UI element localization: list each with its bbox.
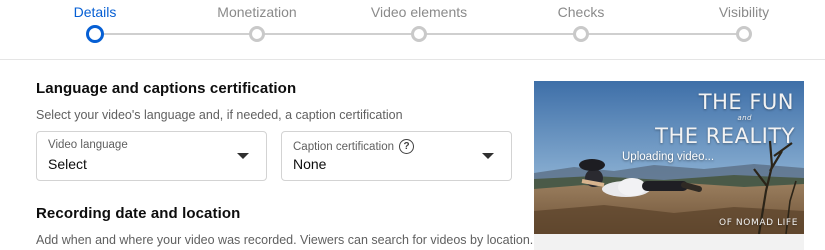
step-visibility-dot[interactable] [736,26,752,42]
caption-certification-select[interactable]: Caption certification ? None [281,131,512,181]
preview-info-panel [534,234,804,250]
step-monetization-label[interactable]: Monetization [217,4,296,20]
step-monetization-dot[interactable] [249,26,265,42]
thumbnail-title-and: and [737,114,752,122]
step-checks-dot[interactable] [573,26,589,42]
video-preview-thumbnail[interactable]: THE FUN and THE REALITY OF NOMAD LIFE Up… [534,81,804,234]
thumbnail-title-line2: THE REALITY [655,124,795,148]
video-language-label: Video language [48,139,128,151]
video-language-select[interactable]: Video language Select [36,131,267,181]
dropdown-caret-icon [237,153,249,159]
thumbnail-title-line1: THE FUN [698,90,794,114]
upload-stepper: Details Monetization Video elements Chec… [0,0,825,60]
recording-section-description: Add when and where your video was record… [36,233,534,247]
step-checks-label[interactable]: Checks [558,4,605,20]
language-section-description: Select your video's language and, if nee… [36,108,403,122]
dropdown-caret-icon [482,153,494,159]
upload-status-text: Uploading video... [622,151,715,163]
language-section-title: Language and captions certification [36,80,297,97]
caption-certification-label: Caption certification ? [293,139,414,154]
caption-certification-value: None [293,156,327,172]
step-details-dot[interactable] [86,25,104,43]
video-language-value: Select [48,156,87,172]
step-video-elements-dot[interactable] [411,26,427,42]
step-video-elements-label[interactable]: Video elements [371,4,467,20]
help-circle-icon[interactable]: ? [399,139,414,154]
step-details-label[interactable]: Details [74,4,117,20]
step-visibility-label[interactable]: Visibility [719,4,769,20]
recording-section-title: Recording date and location [36,205,241,222]
thumbnail-footer-text: OF NOMAD LIFE [719,218,798,228]
